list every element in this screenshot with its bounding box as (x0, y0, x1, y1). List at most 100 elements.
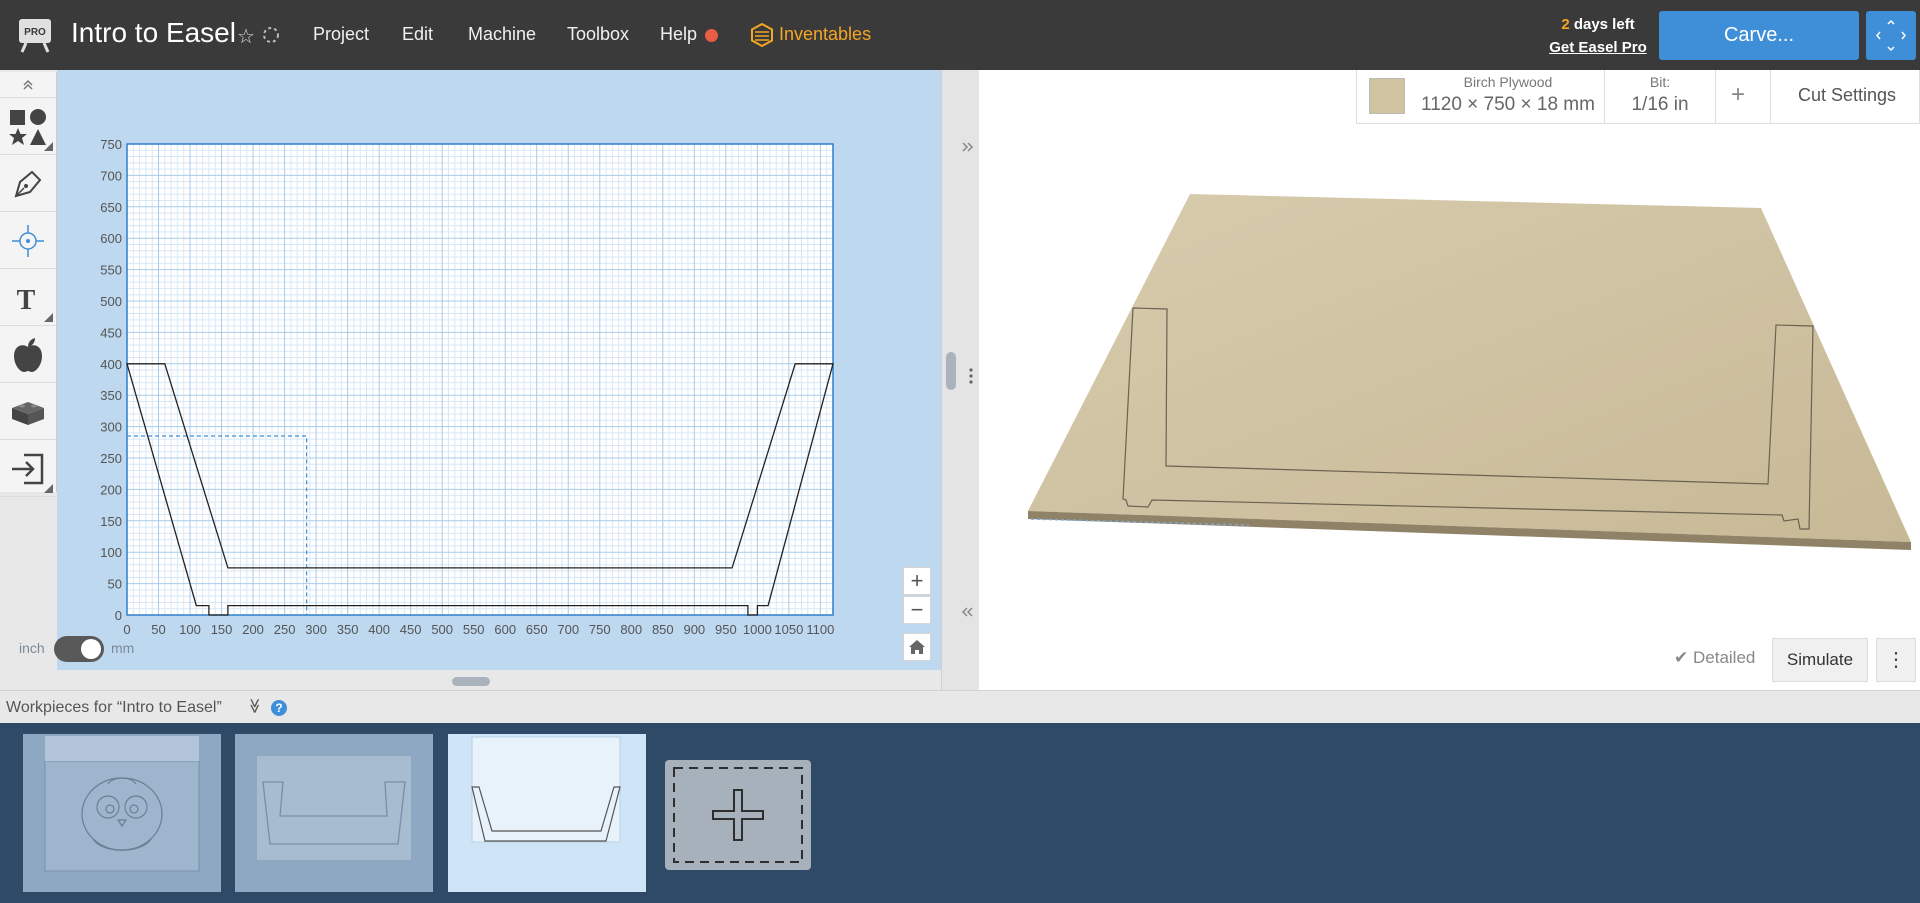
text-tool[interactable]: T (0, 270, 56, 326)
help-icon[interactable]: ? (271, 700, 287, 716)
3d-preview-render[interactable] (979, 70, 1920, 690)
point-tool[interactable] (0, 213, 56, 269)
horizontal-scrollbar[interactable] (452, 677, 490, 686)
menu-edit[interactable]: Edit (402, 24, 433, 45)
x-tick-label: 600 (494, 622, 516, 637)
workpiece-thumb-owl[interactable] (23, 734, 221, 892)
pen-tool[interactable] (0, 156, 56, 212)
bit-value[interactable]: 1/16 in (1607, 94, 1713, 116)
tool-submenu-marker (44, 313, 53, 322)
easel-logo-icon[interactable]: PRO (14, 17, 56, 53)
workpieces-title[interactable]: Workpieces for “Intro to Easel” (6, 699, 222, 717)
x-tick-label: 1100 (806, 622, 834, 637)
material-swatch[interactable] (1369, 78, 1405, 114)
tool-palette: T (0, 72, 57, 497)
trial-days-suffix: days left (1569, 16, 1635, 33)
unit-label-inch[interactable]: inch (19, 640, 45, 656)
x-tick-label: 850 (652, 622, 674, 637)
apps-tool[interactable] (0, 384, 56, 440)
chevron-double-down-icon[interactable]: ≫ (246, 698, 264, 714)
get-easel-pro-link[interactable]: Get Easel Pro (1548, 39, 1648, 56)
x-tick-label: 250 (274, 622, 296, 637)
y-tick-label: 300 (100, 420, 122, 435)
project-title[interactable]: Intro to Easel (71, 17, 236, 49)
zoom-in-button[interactable]: + (903, 567, 931, 595)
material-name[interactable]: Birch Plywood (1413, 74, 1603, 90)
sync-spinner-icon (263, 27, 279, 43)
y-tick-label: 0 (115, 608, 122, 623)
more-options-button[interactable]: ⋮ (1876, 638, 1916, 682)
drag-handle-icon[interactable] (969, 368, 973, 384)
workpieces-header: Workpieces for “Intro to Easel” ≫ ? (0, 690, 1920, 723)
design-canvas[interactable]: 0 50 100 150 200 250 300 350 400 450 500 550 600 650 7… (57, 70, 941, 670)
x-tick-label: 700 (557, 622, 579, 637)
tray-outline-thumbnail (471, 736, 621, 843)
trial-days-left: 2 days left (1548, 16, 1648, 33)
design-grid[interactable]: 0 50 100 150 200 250 300 350 400 450 500 550 600 650 7… (57, 70, 941, 670)
import-tool[interactable] (0, 441, 56, 497)
x-tick-label: 150 (211, 622, 233, 637)
text-tool-glyph: T (17, 285, 36, 316)
material-bar-divider (1604, 70, 1605, 124)
home-icon (909, 640, 925, 654)
menu-help[interactable]: Help (660, 24, 697, 45)
carve-button[interactable]: Carve... (1659, 11, 1859, 60)
unit-toggle[interactable] (54, 636, 104, 662)
x-tick-label: 300 (305, 622, 327, 637)
collapse-toolbar-button[interactable] (0, 72, 56, 98)
y-tick-label: 450 (100, 325, 122, 340)
x-tick-label: 0 (123, 622, 130, 637)
menu-toolbox[interactable]: Toolbox (567, 24, 629, 45)
shapes-icon (9, 109, 46, 145)
logo-badge: PRO (24, 27, 46, 38)
menu-machine[interactable]: Machine (468, 24, 536, 45)
pen-icon (14, 170, 42, 198)
apps-brick-icon (12, 402, 44, 425)
y-tick-label: 750 (100, 137, 122, 152)
icon-library-tool[interactable] (0, 327, 56, 383)
x-tick-label: 550 (463, 622, 485, 637)
fullscreen-button[interactable] (1866, 11, 1916, 60)
detailed-toggle[interactable]: ✔ Detailed (1674, 648, 1755, 668)
vertical-scrollbar[interactable] (946, 352, 956, 390)
material-bar-divider (1715, 70, 1716, 124)
x-tick-label: 500 (431, 622, 453, 637)
workpiece-thumb-tray-outline[interactable] (448, 734, 646, 892)
grid-minor-lines (127, 144, 834, 615)
chevron-double-right-icon[interactable] (962, 142, 974, 152)
plus-icon (673, 767, 803, 863)
y-axis-ticks: 0 50 100 150 200 250 300 350 400 450 500 550 600 650 7… (100, 137, 122, 623)
import-icon (12, 453, 44, 485)
cut-settings-button[interactable]: Cut Settings (1782, 85, 1912, 106)
top-bar: PRO Intro to Easel ☆ Project Edit Machin… (0, 0, 1920, 70)
inventables-hex-icon[interactable] (751, 23, 773, 47)
y-tick-label: 650 (100, 200, 122, 215)
material-bar: Birch Plywood 1120 × 750 × 18 mm Bit: 1/… (1356, 70, 1920, 124)
zoom-home-button[interactable] (903, 633, 931, 661)
x-tick-label: 200 (242, 622, 264, 637)
add-bit-button[interactable]: + (1731, 81, 1745, 109)
workpiece-thumb-tray-3d[interactable] (235, 734, 433, 892)
simulate-button[interactable]: Simulate (1772, 638, 1868, 682)
help-notification-dot (705, 29, 718, 42)
y-tick-label: 50 (108, 577, 122, 592)
y-tick-label: 500 (100, 294, 122, 309)
inventables-link[interactable]: Inventables (779, 24, 871, 45)
x-tick-label: 450 (400, 622, 422, 637)
menu-project[interactable]: Project (313, 24, 369, 45)
x-tick-label: 100 (179, 622, 201, 637)
material-dimensions[interactable]: 1120 × 750 × 18 mm (1413, 94, 1603, 116)
shapes-tool[interactable] (0, 99, 56, 155)
check-icon: ✔ (1674, 648, 1689, 667)
material-bar-divider (1770, 70, 1771, 124)
unit-label-mm[interactable]: mm (111, 640, 134, 656)
apple-icon (14, 338, 42, 372)
add-workpiece-button[interactable] (665, 760, 811, 870)
crosshair-point-icon (12, 225, 44, 257)
star-icon[interactable]: ☆ (237, 24, 255, 49)
chevron-double-left-icon[interactable] (961, 607, 973, 617)
workpieces-panel (0, 723, 1920, 903)
zoom-out-button[interactable]: − (903, 596, 931, 624)
y-tick-label: 550 (100, 263, 122, 278)
trial-days-count: 2 (1561, 16, 1570, 33)
